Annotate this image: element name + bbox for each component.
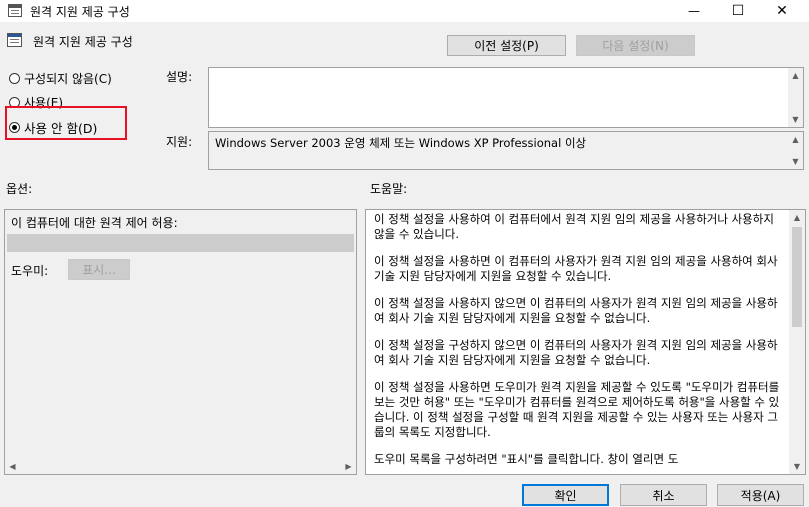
- help-paragraph: 이 정책 설정을 사용하여 이 컴퓨터에서 원격 지원 임의 제공을 사용하거나…: [374, 212, 774, 241]
- help-paragraph: 이 정책 설정을 사용하면 도우미가 원격 지원을 제공할 수 있도록 "도우미…: [374, 380, 780, 439]
- radio-circle: [9, 73, 20, 84]
- help-label: 도움말:: [370, 182, 408, 196]
- scroll-up-icon[interactable]: ▲: [789, 210, 805, 225]
- help-paragraph: 이 정책 설정을 사용하지 않으면 이 컴퓨터의 사용자가 원격 지원 임의 제…: [374, 296, 778, 325]
- permit-remote-control-dropdown[interactable]: [7, 234, 354, 252]
- supported-scrollbar[interactable]: ▲ ▼: [788, 132, 803, 169]
- options-panel: 이 컴퓨터에 대한 원격 제어 허용: 도우미: 표시... ◀ ▶: [4, 209, 357, 475]
- window-icon: [8, 4, 22, 17]
- comment-textarea[interactable]: [208, 67, 804, 128]
- help-paragraph: 도우미 목록을 구성하려면 "표시"를 클릭합니다. 창이 열리면 도: [374, 452, 679, 466]
- scroll-down-icon[interactable]: ▼: [789, 459, 805, 474]
- help-paragraph: 이 정책 설정을 사용하면 이 컴퓨터의 사용자가 원격 지원 임의 제공을 사…: [374, 254, 778, 283]
- window-title: 원격 지원 제공 구성: [30, 5, 130, 19]
- options-label: 옵션:: [6, 182, 33, 196]
- close-button[interactable]: ✕: [760, 0, 804, 22]
- options-hscrollbar[interactable]: ◀ ▶: [5, 459, 356, 474]
- comment-label: 설명:: [166, 70, 193, 84]
- title-bar: 원격 지원 제공 구성 — ☐ ✕: [0, 0, 809, 22]
- highlight-box: [5, 106, 127, 140]
- help-paragraph: 이 정책 설정을 구성하지 않으면 이 컴퓨터의 사용자가 원격 지원 임의 제…: [374, 338, 778, 367]
- comment-scrollbar[interactable]: ▲ ▼: [788, 68, 803, 127]
- supported-value: Windows Server 2003 운영 체제 또는 Windows XP …: [215, 136, 587, 150]
- scroll-up-icon[interactable]: ▲: [788, 132, 803, 147]
- previous-setting-button[interactable]: 이전 설정(P): [447, 35, 566, 56]
- scroll-up-icon[interactable]: ▲: [788, 68, 803, 83]
- supported-label: 지원:: [166, 135, 193, 149]
- radio-not-configured[interactable]: 구성되지 않음(C): [9, 70, 112, 87]
- scroll-right-icon[interactable]: ▶: [341, 459, 356, 474]
- show-helpers-button[interactable]: 표시...: [68, 259, 130, 280]
- helpers-label: 도우미:: [11, 264, 49, 278]
- help-scrollbar[interactable]: ▲ ▼: [789, 210, 805, 474]
- minimize-button[interactable]: —: [672, 0, 716, 22]
- scroll-down-icon[interactable]: ▼: [788, 154, 803, 169]
- scroll-thumb[interactable]: [792, 227, 802, 327]
- supported-value-box: Windows Server 2003 운영 체제 또는 Windows XP …: [208, 131, 804, 170]
- permit-remote-control-label: 이 컴퓨터에 대한 원격 제어 허용:: [11, 216, 178, 230]
- cancel-button[interactable]: 취소: [620, 484, 707, 506]
- policy-icon: [7, 33, 22, 47]
- apply-button[interactable]: 적용(A): [717, 484, 804, 506]
- help-panel: 이 정책 설정을 사용하여 이 컴퓨터에서 원격 지원 임의 제공을 사용하거나…: [365, 209, 806, 475]
- maximize-button[interactable]: ☐: [716, 0, 760, 22]
- scroll-left-icon[interactable]: ◀: [5, 459, 20, 474]
- policy-name: 원격 지원 제공 구성: [33, 35, 133, 49]
- scroll-down-icon[interactable]: ▼: [788, 112, 803, 127]
- help-text: 이 정책 설정을 사용하여 이 컴퓨터에서 원격 지원 임의 제공을 사용하거나…: [374, 212, 784, 474]
- ok-button[interactable]: 확인: [522, 484, 609, 506]
- next-setting-button[interactable]: 다음 설정(N): [576, 35, 695, 56]
- radio-label: 구성되지 않음(C): [24, 72, 112, 86]
